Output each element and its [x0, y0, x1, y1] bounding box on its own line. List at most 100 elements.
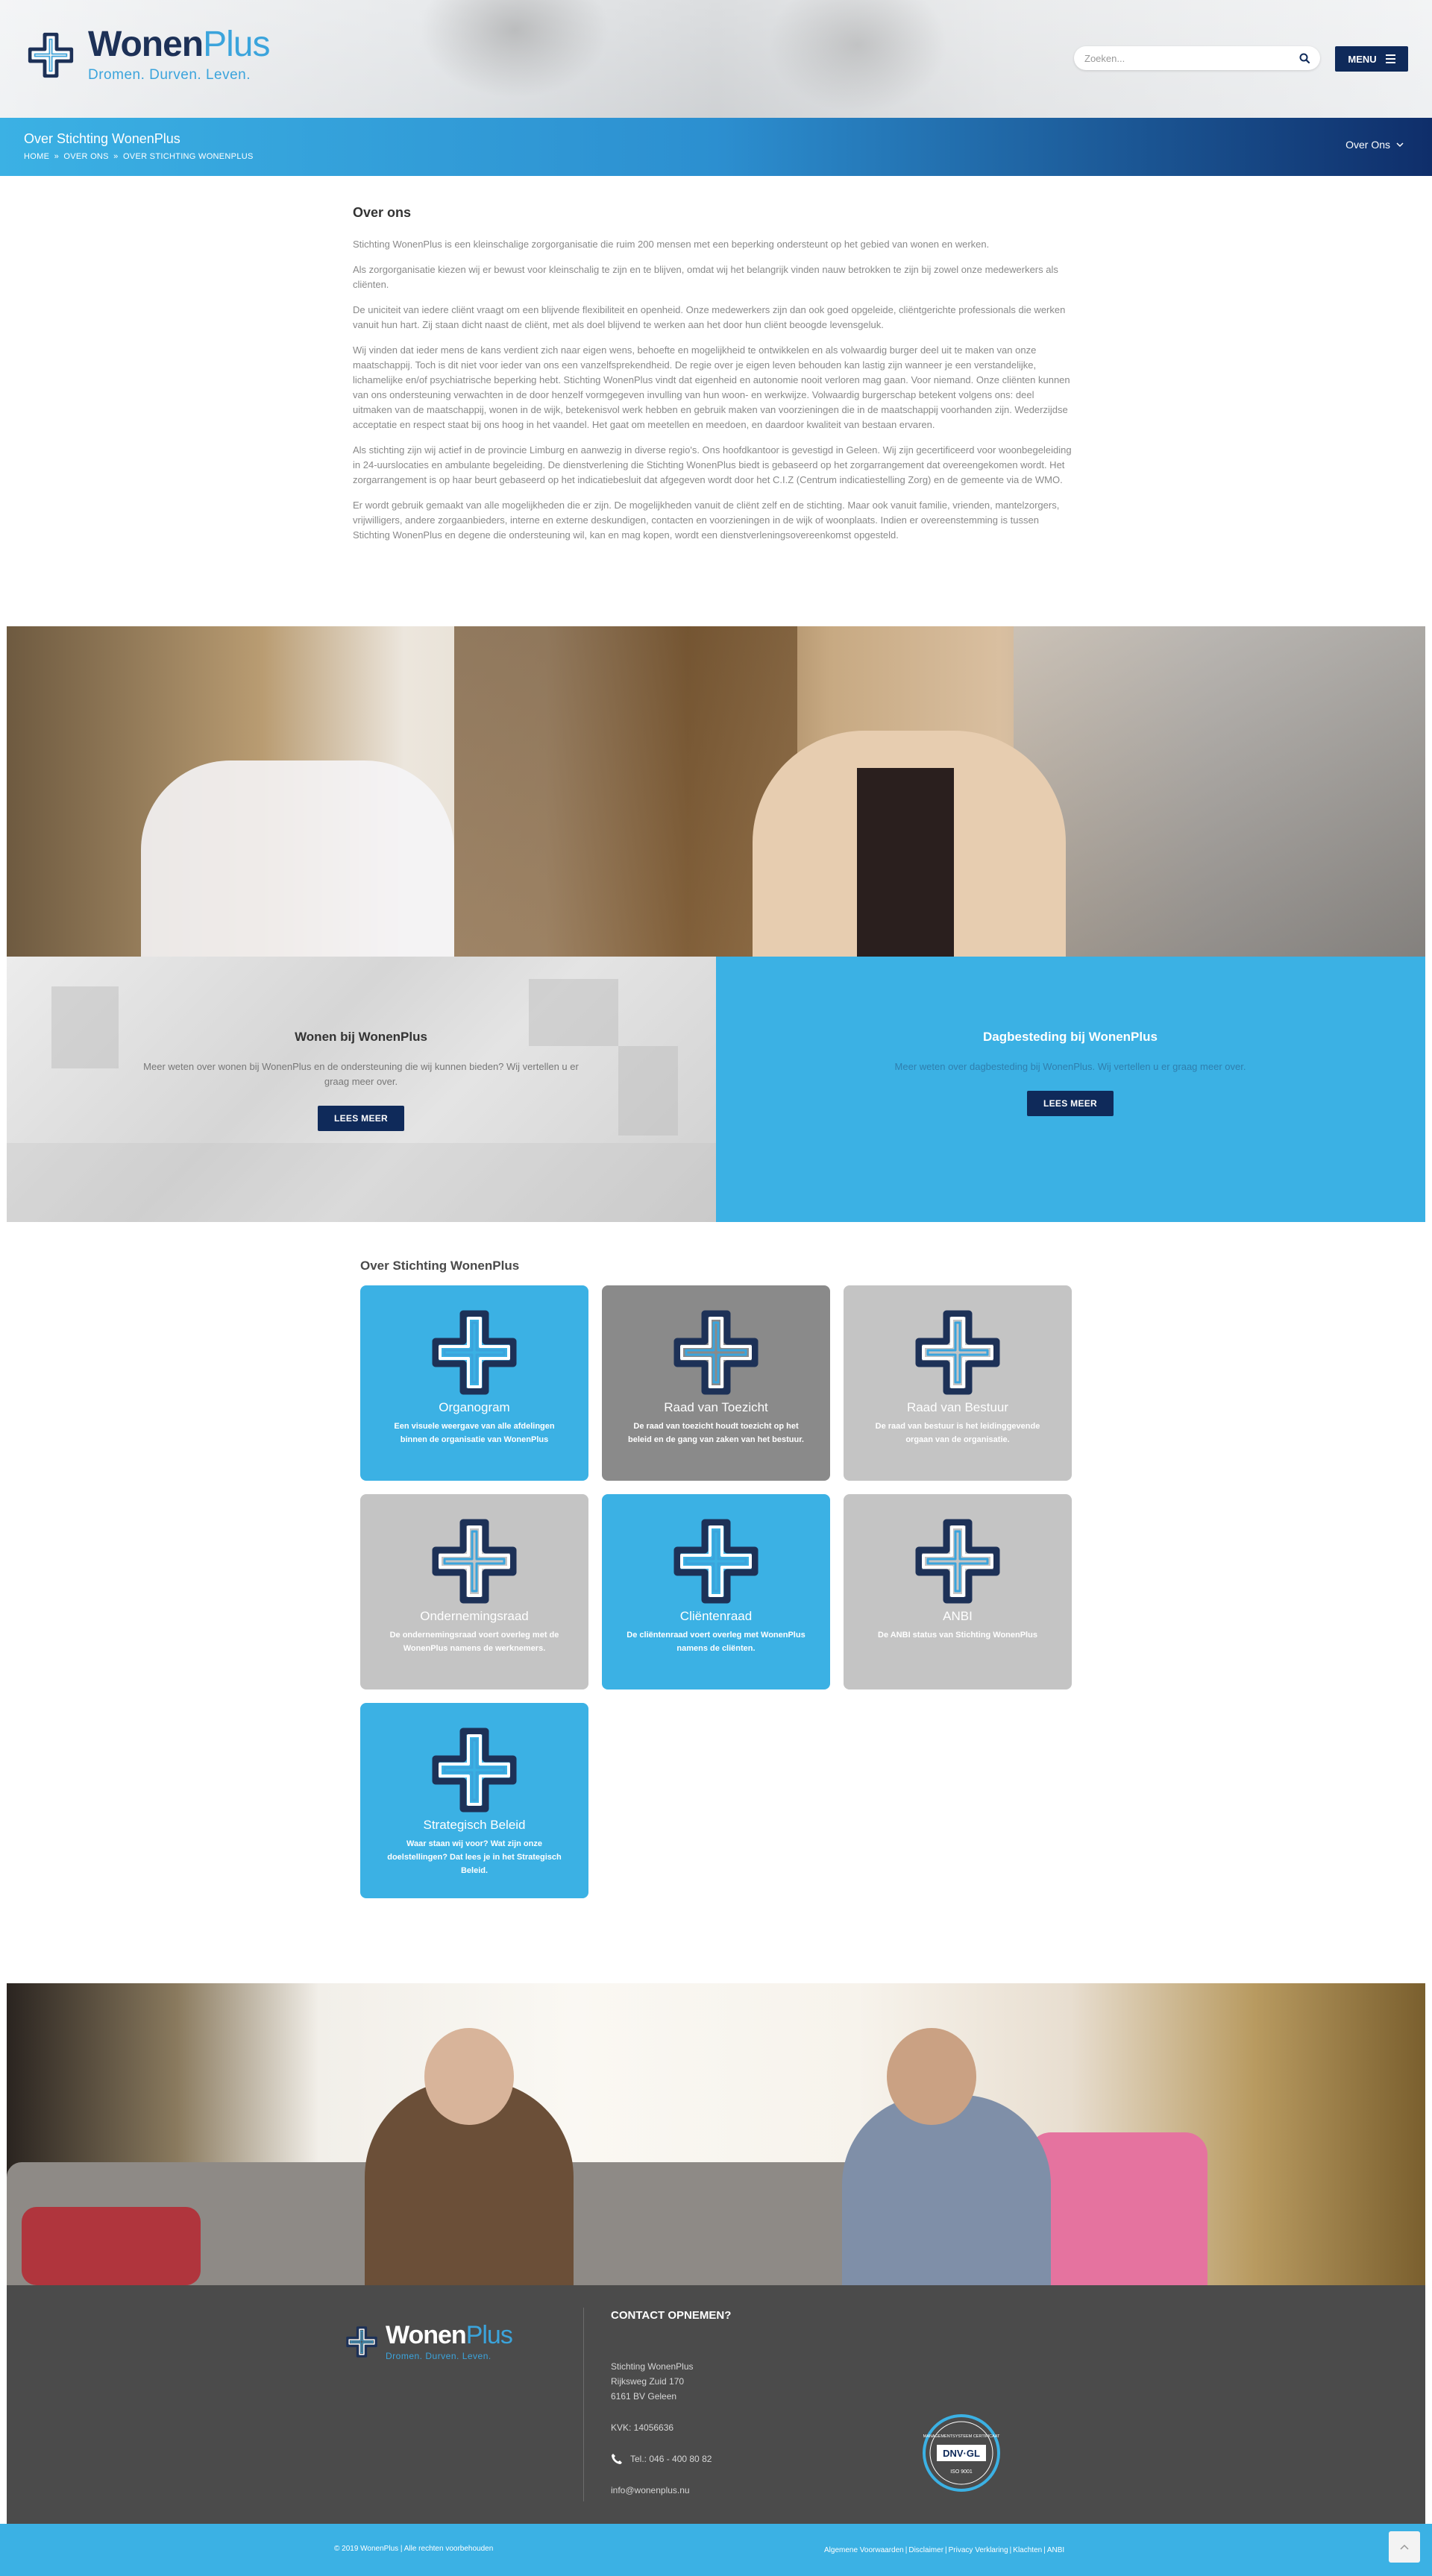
- chevron-up-icon: [1400, 2544, 1409, 2550]
- wonenplus-cross-icon: [430, 1308, 519, 1397]
- site-header: WonenPlus Dromen. Durven. Leven. MENU: [0, 0, 1432, 118]
- photo-region: [141, 760, 454, 957]
- photo-region: [51, 986, 119, 1068]
- tile-text: De cliëntenraad voert overleg met WonenP…: [626, 1631, 806, 1653]
- wonen-lees-meer-button[interactable]: LEES MEER: [317, 1106, 405, 1131]
- photo-region: [842, 2095, 1051, 2285]
- search-input[interactable]: [1084, 52, 1299, 64]
- link-anbi[interactable]: ANBI: [1047, 2546, 1064, 2554]
- contact-email[interactable]: info@wonenplus.nu: [611, 2483, 731, 2498]
- link-separator: |: [905, 2546, 908, 2554]
- wonenplus-cross-icon: [27, 31, 75, 79]
- logo-tagline: Dromen. Durven. Leven.: [88, 67, 251, 83]
- photo-region: [618, 1046, 678, 1136]
- tile-text: De raad van toezicht houdt toezicht op h…: [628, 1422, 804, 1444]
- tile-title: Ondernemingsraad: [420, 1609, 529, 1623]
- link-separator: |: [1009, 2546, 1012, 2554]
- breadcrumb-home[interactable]: HOME: [24, 152, 49, 161]
- contact-org: Stichting WonenPlus: [611, 2361, 694, 2372]
- article-paragraph: Wij vinden dat ieder mens de kans verdie…: [353, 344, 1070, 430]
- link-algemene-voorwaarden[interactable]: Algemene Voorwaarden: [824, 2546, 904, 2554]
- footer-divider: [583, 2308, 584, 2501]
- article-paragraph: Als stichting zijn wij actief in de prov…: [353, 444, 1072, 485]
- photo-region: [424, 2028, 514, 2125]
- phone-icon: [612, 2454, 622, 2464]
- tile-text: De raad van bestuur is het leidinggevend…: [875, 1422, 1040, 1444]
- wonenplus-cross-icon: [345, 2325, 378, 2358]
- badge-standard: ISO 9001: [950, 2469, 973, 2475]
- wonenplus-cross-icon: [913, 1517, 1002, 1606]
- photo-region: [1029, 2132, 1208, 2285]
- link-separator: |: [945, 2546, 947, 2554]
- hamburger-icon: [1385, 54, 1395, 63]
- wonen-panel-title: Wonen bij WonenPlus: [295, 1030, 427, 1044]
- wonen-panel-content: Wonen bij WonenPlus Meer weten over wone…: [137, 1030, 585, 1131]
- menu-button[interactable]: MENU: [1335, 46, 1408, 72]
- wonen-panel-text: Meer weten over wonen bij WonenPlus en d…: [143, 1061, 579, 1087]
- contact-city: 6161 BV Geleen: [611, 2391, 677, 2402]
- section-dropdown[interactable]: Over Ons: [1345, 139, 1404, 151]
- tile-strategisch-beleid[interactable]: Strategisch Beleid Waar staan wij voor? …: [360, 1703, 588, 1898]
- link-klachten[interactable]: Klachten: [1013, 2546, 1042, 2554]
- tile-organogram[interactable]: Organogram Een visuele weergave van alle…: [360, 1285, 588, 1481]
- article-paragraph: De uniciteit van iedere cliënt vraagt om…: [353, 304, 1066, 330]
- dagbesteding-panel-content: Dagbesteding bij WonenPlus Meer weten ov…: [847, 1030, 1294, 1116]
- contact-street: Rijksweg Zuid 170: [611, 2376, 685, 2387]
- page-title: Over Stichting WonenPlus: [24, 131, 180, 146]
- copyright: © 2019 WonenPlus | Alle rechten voorbeho…: [334, 2545, 494, 2553]
- article-paragraph: Er wordt gebruik gemaakt van alle mogeli…: [353, 500, 1060, 541]
- menu-button-label: MENU: [1348, 53, 1377, 65]
- site-logo[interactable]: WonenPlus Dromen. Durven. Leven.: [27, 25, 270, 84]
- tile-clientenraad[interactable]: Cliëntenraad De cliëntenraad voert overl…: [602, 1494, 830, 1689]
- dagbesteding-panel: Dagbesteding bij WonenPlus Meer weten ov…: [716, 957, 1425, 1222]
- tile-ondernemingsraad[interactable]: Ondernemingsraad De ondernemingsraad voe…: [360, 1494, 588, 1689]
- search-icon[interactable]: [1299, 53, 1310, 63]
- wonenplus-cross-icon: [430, 1725, 519, 1815]
- photo-region: [1014, 626, 1425, 957]
- legal-links: Algemene Voorwaarden | Disclaimer | Privacy …: [823, 2546, 1065, 2554]
- photo-region: [887, 2028, 976, 2125]
- contact-heading: CONTACT OPNEMEN?: [611, 2309, 732, 2322]
- article-paragraph: Als zorgorganisatie kiezen wij er bewust…: [353, 264, 1058, 290]
- contact-kvk: KVK: 14056636: [611, 2422, 674, 2433]
- tile-text: Waar staan wij voor? Wat zijn onze doels…: [387, 1839, 562, 1875]
- wonenplus-cross-icon: [671, 1517, 761, 1606]
- tile-raad-van-toezicht[interactable]: Raad van Toezicht De raad van toezicht h…: [602, 1285, 830, 1481]
- tile-title: Raad van Bestuur: [906, 1400, 1009, 1414]
- tile-text: Een visuele weergave van alle afdelingen…: [394, 1422, 555, 1444]
- tiles-section-title: Over Stichting WonenPlus: [360, 1259, 520, 1273]
- tile-title: ANBI: [943, 1609, 973, 1623]
- breadcrumb-current: OVER STICHTING WONENPLUS: [122, 152, 254, 161]
- chevron-down-icon: [1396, 142, 1404, 147]
- footer-logo-tagline: Dromen. Durven. Leven.: [386, 2351, 492, 2361]
- breadcrumb-separator: »: [54, 152, 59, 161]
- link-privacy-verklaring[interactable]: Privacy Verklaring: [949, 2546, 1008, 2554]
- wonenplus-cross-icon: [671, 1308, 761, 1397]
- footer-contact: CONTACT OPNEMEN? Stichting WonenPlus Rij…: [611, 2309, 731, 2498]
- breadcrumb-over-ons[interactable]: OVER ONS: [63, 152, 108, 161]
- tile-title: Cliëntenraad: [679, 1609, 753, 1623]
- dagbesteding-lees-meer-button[interactable]: LEES MEER: [1026, 1091, 1114, 1116]
- dagbesteding-panel-text: Meer weten over dagbesteding bij WonenPl…: [894, 1061, 1246, 1072]
- photo-caregivers: [7, 626, 1425, 957]
- wonenplus-cross-icon: [913, 1308, 1002, 1397]
- link-disclaimer[interactable]: Disclaimer: [908, 2546, 943, 2554]
- footer-logo[interactable]: WonenPlus Dromen. Durven. Leven.: [345, 2321, 513, 2361]
- logo-wordmark: WonenPlus: [88, 25, 270, 64]
- photo-region: [454, 626, 797, 957]
- tile-title: Raad van Toezicht: [664, 1400, 768, 1414]
- tile-title: Organogram: [439, 1400, 510, 1414]
- link-separator: |: [1043, 2546, 1046, 2554]
- badge-brand: DNV·GL: [943, 2448, 980, 2459]
- about-article: Over ons Stichting WonenPlus is een klei…: [353, 205, 1073, 553]
- footer-logo-wordmark: WonenPlus: [386, 2321, 513, 2349]
- section-dropdown-label: Over Ons: [1345, 139, 1390, 151]
- tile-anbi[interactable]: ANBI De ANBI status van Stichting WonenP…: [844, 1494, 1072, 1689]
- contact-phone[interactable]: Tel.: 046 - 400 80 82: [611, 2451, 731, 2466]
- scroll-to-top-button[interactable]: [1389, 2531, 1420, 2563]
- iso-certificate-badge: DNV·GL MANAGEMENTSYSTEEM CERTIFICAAT ISO…: [923, 2414, 1000, 2492]
- tile-title: Strategisch Beleid: [423, 1818, 526, 1832]
- dagbesteding-panel-title: Dagbesteding bij WonenPlus: [983, 1030, 1158, 1044]
- photo-residents: [7, 1983, 1425, 2285]
- tile-raad-van-bestuur[interactable]: Raad van Bestuur De raad van bestuur is …: [844, 1285, 1072, 1481]
